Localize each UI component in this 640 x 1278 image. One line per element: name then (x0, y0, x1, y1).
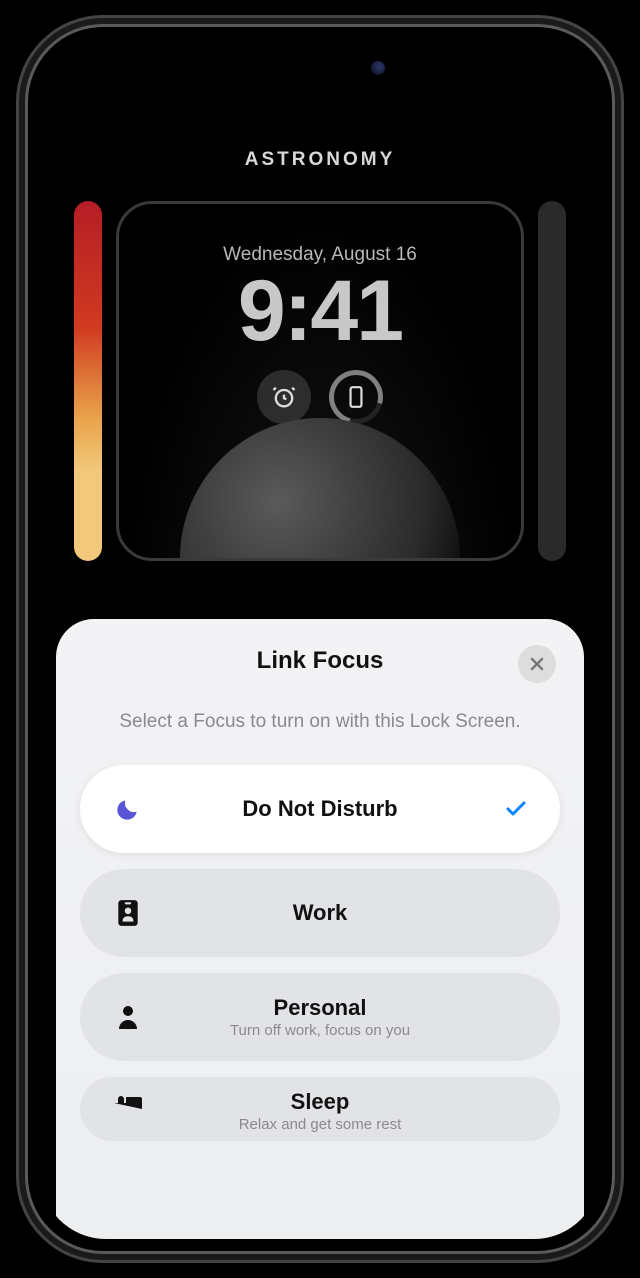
person-icon (116, 1004, 140, 1030)
link-focus-sheet: Link Focus Select a Focus to turn on wit… (56, 619, 584, 1239)
alarm-icon (270, 383, 298, 411)
focus-option-personal[interactable]: Personal Turn off work, focus on you (80, 973, 560, 1061)
sheet-description: Select a Focus to turn on with this Lock… (80, 709, 560, 735)
focus-option-label: Work (146, 900, 494, 926)
sheet-title: Link Focus (80, 647, 560, 675)
moon-graphic (180, 418, 460, 561)
close-button[interactable] (518, 645, 556, 683)
wallpaper-carousel[interactable]: Wednesday, August 16 9:41 (40, 201, 600, 561)
lockscreen-time: 9:41 (119, 268, 521, 354)
badge-icon (117, 899, 139, 927)
wallpaper-preview-next[interactable] (538, 201, 566, 561)
bed-icon (112, 1089, 144, 1111)
wallpaper-preview-prev[interactable] (74, 201, 102, 561)
focus-option-label: Do Not Disturb (146, 796, 494, 822)
checkmark-icon (504, 797, 528, 821)
focus-option-subtitle: Relax and get some rest (146, 1116, 494, 1133)
phone-icon (348, 385, 364, 409)
device-frame: ASTRONOMY Wednesday, August 16 9:41 (25, 24, 615, 1254)
focus-option-label: Sleep (146, 1089, 494, 1115)
focus-option-subtitle: Turn off work, focus on you (146, 1022, 494, 1039)
close-icon (530, 657, 544, 671)
focus-option-label: Personal (146, 995, 494, 1021)
wallpaper-category-title: ASTRONOMY (40, 149, 600, 171)
wallpaper-preview-current[interactable]: Wednesday, August 16 9:41 (116, 201, 524, 561)
screen: ASTRONOMY Wednesday, August 16 9:41 (40, 39, 600, 1239)
focus-option-work[interactable]: Work (80, 869, 560, 957)
moon-icon (115, 796, 141, 822)
focus-option-sleep[interactable]: Sleep Relax and get some rest (80, 1077, 560, 1141)
alarm-widget (257, 370, 311, 424)
focus-option-do-not-disturb[interactable]: Do Not Disturb (80, 765, 560, 853)
dynamic-island (245, 47, 395, 89)
